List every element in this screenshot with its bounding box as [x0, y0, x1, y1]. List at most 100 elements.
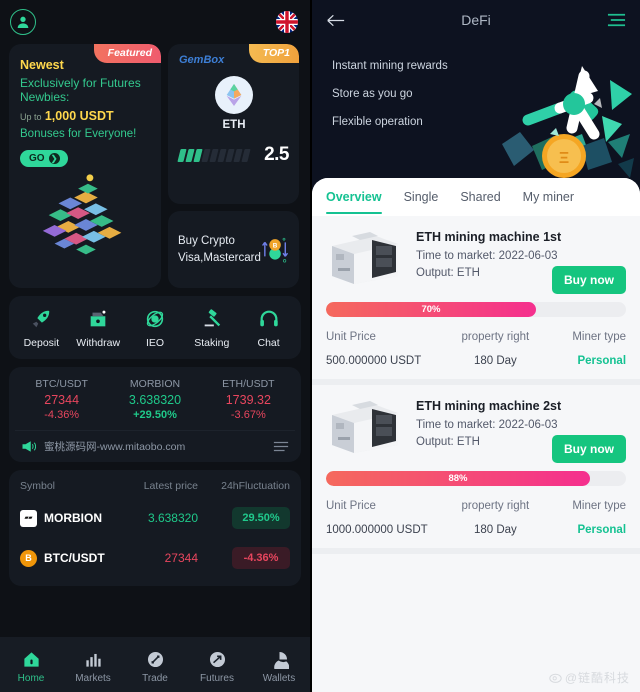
miner-card[interactable]: ETH mining machine 1st Time to market: 2…: [312, 216, 640, 385]
market-symbol-cell: ▰▰ MORBION: [20, 509, 115, 527]
defi-hero: Instant mining rewards Store as you go F…: [312, 40, 640, 180]
quick-action-deposit[interactable]: Deposit: [15, 308, 67, 349]
sales-progress-bar: 88%: [326, 471, 626, 486]
tab-futures[interactable]: Futures: [190, 650, 244, 684]
quick-action-chat[interactable]: Chat: [243, 308, 295, 349]
spec-values: 500.000000 USDT 180 Day Personal: [326, 355, 626, 367]
windmill-illustration: Ξ: [502, 66, 634, 178]
promo-row: Featured Newest Exclusively for Futures …: [0, 44, 310, 288]
spec-col-unit-price: Unit Price: [326, 331, 376, 343]
defi-header: DeFi: [312, 0, 640, 40]
promo-amount: 1,000 USDT: [44, 109, 114, 123]
gembox-progress-bars: [177, 148, 251, 162]
tab-home[interactable]: Home: [4, 650, 58, 684]
spec-col-property-right: property right: [461, 331, 530, 343]
table-row[interactable]: B BTC/USDT 27344 -4.36%: [20, 538, 290, 578]
spec-header: Unit Price property right Miner type: [326, 331, 626, 343]
ticker-row: BTC/USDT 27344 -4.36% MORBION 3.638320 +…: [15, 378, 295, 421]
rocket-icon: [33, 310, 50, 328]
tab-overview[interactable]: Overview: [326, 178, 382, 216]
ticker-btc[interactable]: BTC/USDT 27344 -4.36%: [15, 378, 108, 421]
progress-label: 70%: [421, 304, 441, 315]
spec-property-right: 180 Day: [473, 524, 517, 536]
headset-icon: [259, 310, 278, 327]
chevron-right-icon: ❯: [48, 153, 60, 164]
buy-crypto-line1: Buy Crypto: [178, 234, 235, 247]
market-symbol: BTC/USDT: [44, 551, 105, 565]
featured-badge: Featured: [93, 44, 161, 63]
promo-subtitle: Exclusively for Futures Newbies:: [20, 76, 141, 104]
promo-go-button[interactable]: GO ❯: [20, 150, 68, 167]
miner-time-to-market: Time to market: 2022-06-03: [416, 250, 626, 262]
home-screen: Featured Newest Exclusively for Futures …: [0, 0, 310, 692]
promo-amount-line: Up to 1,000 USDT: [20, 109, 150, 123]
tab-single[interactable]: Single: [404, 178, 439, 216]
tab-shared[interactable]: Shared: [460, 178, 500, 216]
buy-now-button[interactable]: Buy now: [552, 435, 626, 463]
gembox-value: 2.5: [264, 144, 289, 165]
gembox-meter-row: 2.5: [177, 144, 289, 166]
ticker-eth[interactable]: ETH/USDT 1739.32 -3.67%: [202, 378, 295, 421]
megaphone-icon: [22, 441, 36, 452]
progress-label: 88%: [448, 473, 468, 484]
futures-icon: [209, 651, 225, 667]
go-label: GO: [29, 153, 45, 164]
ticker-symbol: MORBION: [129, 378, 181, 390]
quick-action-withdraw[interactable]: Withdraw: [72, 308, 124, 349]
page-title: DeFi: [461, 12, 491, 28]
mining-machine-image: [332, 232, 398, 284]
output-value: ETH: [456, 267, 480, 279]
quick-action-label: IEO: [145, 337, 165, 349]
tab-my-miner[interactable]: My miner: [523, 178, 574, 216]
miner-name: ETH mining machine 1st: [416, 230, 562, 244]
tab-markets[interactable]: Markets: [66, 650, 120, 684]
tab-label: Wallets: [262, 672, 296, 684]
spec-unit-price: 1000.000000 USDT: [326, 524, 428, 536]
quick-action-label: Deposit: [23, 337, 60, 349]
quick-actions-bar: Deposit Withdraw IEO Staking Chat: [9, 296, 301, 359]
watermark: @链酷科技: [549, 669, 630, 686]
hamburger-icon[interactable]: [607, 13, 626, 27]
output-label: Output:: [416, 267, 454, 279]
uk-flag-icon[interactable]: [276, 11, 298, 33]
ticker-price: 27344: [44, 393, 80, 407]
ticker-morbion[interactable]: MORBION 3.638320 +29.50%: [108, 378, 201, 421]
ticker-price: 1739.32: [225, 393, 271, 407]
tab-wallets[interactable]: Wallets: [252, 650, 306, 684]
market-symbol: MORBION: [44, 511, 102, 525]
time-label: Time to market:: [416, 250, 496, 262]
svg-text:B: B: [273, 242, 278, 249]
table-row[interactable]: ▰▰ MORBION 3.638320 29.50%: [20, 498, 290, 538]
gembox-coin-name: ETH: [222, 119, 246, 131]
morbion-icon: ▰▰: [20, 509, 37, 527]
quick-action-staking[interactable]: Staking: [186, 308, 238, 349]
spec-col-property-right: property right: [461, 500, 530, 512]
ticker-symbol: BTC/USDT: [35, 378, 88, 390]
buy-crypto-card[interactable]: Buy Crypto Visa,Mastercard B: [168, 211, 299, 288]
market-change-badge: 29.50%: [232, 507, 290, 529]
sales-progress-bar: 70%: [326, 302, 626, 317]
trade-icon: [147, 651, 163, 667]
newest-promo-card[interactable]: Featured Newest Exclusively for Futures …: [9, 44, 161, 288]
back-arrow-icon[interactable]: [326, 13, 345, 28]
tab-trade[interactable]: Trade: [128, 650, 182, 684]
gavel-icon: [204, 309, 220, 327]
buy-crypto-line2: Visa,Mastercard: [178, 251, 261, 264]
miner-card[interactable]: ETH mining machine 2st Time to market: 2…: [312, 385, 640, 554]
ticker-price: 3.638320: [128, 393, 182, 407]
wallet-icon: [90, 310, 106, 327]
announcement-bar[interactable]: 蜜桃源码网-www.mitaobo.com: [15, 430, 295, 456]
tab-label: Home: [17, 672, 45, 684]
gembox-card[interactable]: TOP1 GemBox ETH 2.5: [168, 44, 299, 204]
miner-card-top: ETH mining machine 2st Time to market: 2…: [326, 397, 626, 463]
miner-card-top: ETH mining machine 1st Time to market: 2…: [326, 228, 626, 294]
defi-content-sheet: Overview Single Shared My miner ETH mini…: [312, 178, 640, 692]
user-avatar[interactable]: [10, 9, 36, 35]
list-menu-icon[interactable]: [273, 441, 289, 452]
promo-upto-label: Up to: [20, 112, 42, 122]
bottom-tabbar: Home Markets Trade Futures Wallets: [0, 637, 310, 692]
mining-machine-image: [332, 401, 398, 453]
buy-now-button[interactable]: Buy now: [552, 266, 626, 294]
column-latest-price: Latest price: [143, 480, 198, 492]
quick-action-ieo[interactable]: IEO: [129, 308, 181, 349]
